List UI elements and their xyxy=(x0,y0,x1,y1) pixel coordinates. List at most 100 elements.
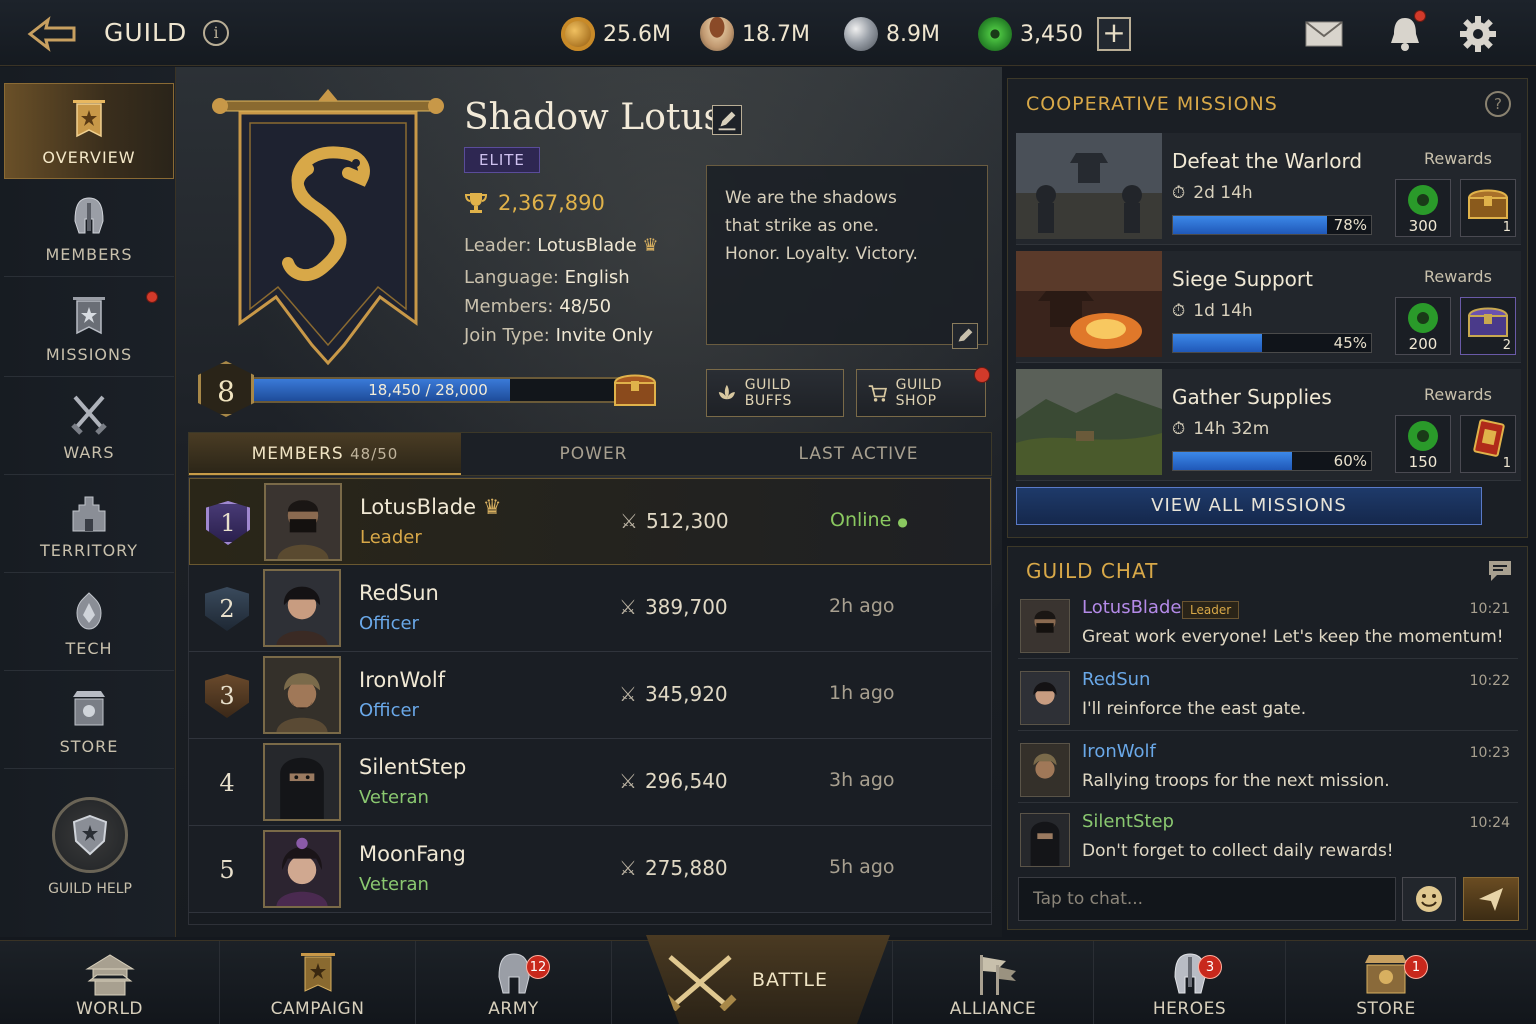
help-icon[interactable]: ? xyxy=(1485,91,1511,117)
guild-trophy-score: 2,367,890 xyxy=(464,191,605,215)
tab-power[interactable]: POWER xyxy=(461,433,726,475)
tab-members-label: MEMBERS xyxy=(251,444,344,464)
guild-shop-button[interactable]: GUILD SHOP xyxy=(856,369,986,417)
back-arrow-icon[interactable] xyxy=(26,14,78,54)
reward-item[interactable]: 2 xyxy=(1460,297,1516,355)
mission-progress-percent: 78% xyxy=(1333,216,1367,234)
chat-input[interactable] xyxy=(1018,877,1396,921)
chat-author[interactable]: LotusBlade xyxy=(1082,597,1181,618)
guild-help-button[interactable]: GUILD HELP xyxy=(30,797,150,897)
chat-author[interactable]: IronWolf xyxy=(1082,741,1156,762)
members-value: 48/50 xyxy=(559,296,612,317)
member-row[interactable]: 5 MoonFang Veteran ⚔ 275,880 5h ago xyxy=(189,826,991,913)
tab-members[interactable]: MEMBERS 48/50 xyxy=(189,433,461,475)
reward-count: 150 xyxy=(1408,453,1438,471)
member-row[interactable]: 4 SilentStep Veteran ⚔ 296,540 3h ago xyxy=(189,739,991,826)
info-icon[interactable]: i xyxy=(203,20,229,46)
avatar xyxy=(1020,743,1070,797)
member-name: RedSun xyxy=(359,581,439,605)
join-type-row: Join Type: Invite Only xyxy=(464,325,653,346)
nav-heroes[interactable]: HEROES 3 xyxy=(1094,941,1286,1024)
member-row[interactable]: 3 IronWolf Officer ⚔ 345,920 1h ago xyxy=(189,652,991,739)
tab-members-count: 48/50 xyxy=(350,445,399,463)
reward-item[interactable]: 1 xyxy=(1460,415,1516,473)
member-name-text: LotusBlade xyxy=(360,495,477,519)
chat-text: Rallying troops for the next mission. xyxy=(1082,771,1390,791)
tab-last-active[interactable]: LAST ACTIVE xyxy=(726,433,991,475)
member-status: 1h ago xyxy=(829,682,895,704)
sidebar-item-tech[interactable]: TECH xyxy=(4,575,174,671)
alliance-flags-icon xyxy=(980,955,1016,995)
nav-battle[interactable]: BATTLE xyxy=(646,935,890,1024)
edit-motto-icon[interactable] xyxy=(952,323,978,349)
mission-card[interactable]: Defeat the Warlord ⏱ 2d 14h 78% Rewards 3… xyxy=(1016,133,1521,245)
mission-image xyxy=(1016,369,1162,475)
member-power: ⚔ 275,880 xyxy=(619,856,728,880)
nav-army[interactable]: ARMY 12 xyxy=(416,941,612,1024)
reward-count: 300 xyxy=(1408,217,1438,235)
avatar xyxy=(1020,599,1070,653)
mission-progress-bar: 78% xyxy=(1172,215,1372,235)
members-label: Members: xyxy=(464,296,554,317)
iron-amount: 8.9M xyxy=(886,21,940,47)
timer-value: 14h 32m xyxy=(1193,419,1270,439)
sidebar-item-store[interactable]: STORE xyxy=(4,673,174,769)
member-power: ⚔ 345,920 xyxy=(619,682,728,706)
language-row: Language: English xyxy=(464,267,630,288)
member-row[interactable]: 1 LotusBlade ♛ Leader ⚔ 512,300 Online ● xyxy=(189,478,991,565)
mission-card[interactable]: Siege Support ⏱ 1d 14h 45% Rewards 200 2 xyxy=(1016,251,1521,363)
jade-resource[interactable]: 3,450 xyxy=(978,16,1083,52)
nav-battle-label: BATTLE xyxy=(752,969,829,991)
nav-store[interactable]: STORE 1 xyxy=(1286,941,1486,1024)
leader-name[interactable]: LotusBlade xyxy=(537,235,636,256)
sidebar-item-territory[interactable]: TERRITORY xyxy=(4,477,174,573)
gear-icon[interactable] xyxy=(1458,14,1498,54)
mission-card[interactable]: Gather Supplies ⏱ 14h 32m 60% Rewards 150… xyxy=(1016,369,1521,481)
avatar xyxy=(263,656,341,734)
coop-missions-title: COOPERATIVE MISSIONS xyxy=(1026,93,1278,115)
chat-author[interactable]: RedSun xyxy=(1082,669,1150,690)
reward-jade[interactable]: 300 xyxy=(1395,179,1451,237)
language-value: English xyxy=(564,267,630,288)
chat-author[interactable]: SilentStep xyxy=(1082,811,1174,832)
edit-name-icon[interactable] xyxy=(712,105,742,135)
guild-buffs-button[interactable]: GUILD BUFFS xyxy=(706,369,844,417)
smiley-icon xyxy=(1416,886,1442,912)
mail-icon[interactable] xyxy=(1304,14,1344,54)
member-name: IronWolf xyxy=(359,668,446,692)
reward-jade[interactable]: 200 xyxy=(1395,297,1451,355)
mission-progress-fill xyxy=(1173,334,1263,352)
sidebar-item-missions[interactable]: MISSIONS xyxy=(4,281,174,377)
timer-icon: ⏱ xyxy=(1172,183,1186,203)
emoji-button[interactable] xyxy=(1402,877,1456,921)
sidebar-item-label: TECH xyxy=(65,639,113,658)
sidebar-item-members[interactable]: MEMBERS xyxy=(4,181,174,277)
member-status: Online ● xyxy=(830,509,980,531)
nav-alliance[interactable]: ALLIANCE xyxy=(892,941,1094,1024)
sidebar-item-wars[interactable]: WARS xyxy=(4,379,174,475)
gold-resource[interactable]: 25.6M xyxy=(561,16,671,52)
nav-campaign[interactable]: CAMPAIGN xyxy=(220,941,416,1024)
reward-jade[interactable]: 150 xyxy=(1395,415,1451,473)
mission-timer: ⏱ 14h 32m xyxy=(1172,419,1269,439)
sidebar-item-overview[interactable]: OVERVIEW xyxy=(4,83,174,179)
sidebar-item-label: TERRITORY xyxy=(39,541,139,560)
member-row[interactable]: 2 RedSun Officer ⚔ 389,700 2h ago xyxy=(189,565,991,652)
level-reward-chest-icon[interactable] xyxy=(612,367,658,407)
gold-amount: 25.6M xyxy=(603,21,671,47)
shop-cart-icon xyxy=(868,385,888,402)
send-button[interactable] xyxy=(1463,877,1519,921)
iron-resource[interactable]: 8.9M xyxy=(844,16,940,52)
add-jade-button[interactable]: + xyxy=(1097,17,1131,51)
power-swords-icon: ⚔ xyxy=(619,769,637,793)
purple-chest-icon xyxy=(1467,307,1509,337)
guild-chat-title: GUILD CHAT xyxy=(1026,559,1159,583)
chat-bubble-icon[interactable] xyxy=(1487,559,1513,583)
food-resource[interactable]: 18.7M xyxy=(700,16,810,52)
nav-world[interactable]: WORLD xyxy=(0,941,220,1024)
crown-icon: ♛ xyxy=(642,235,659,256)
reward-item[interactable]: 1 xyxy=(1460,179,1516,237)
gold-chest-icon xyxy=(1467,189,1509,219)
view-all-missions-button[interactable]: VIEW ALL MISSIONS xyxy=(1016,487,1482,525)
banner-icon xyxy=(73,100,105,138)
